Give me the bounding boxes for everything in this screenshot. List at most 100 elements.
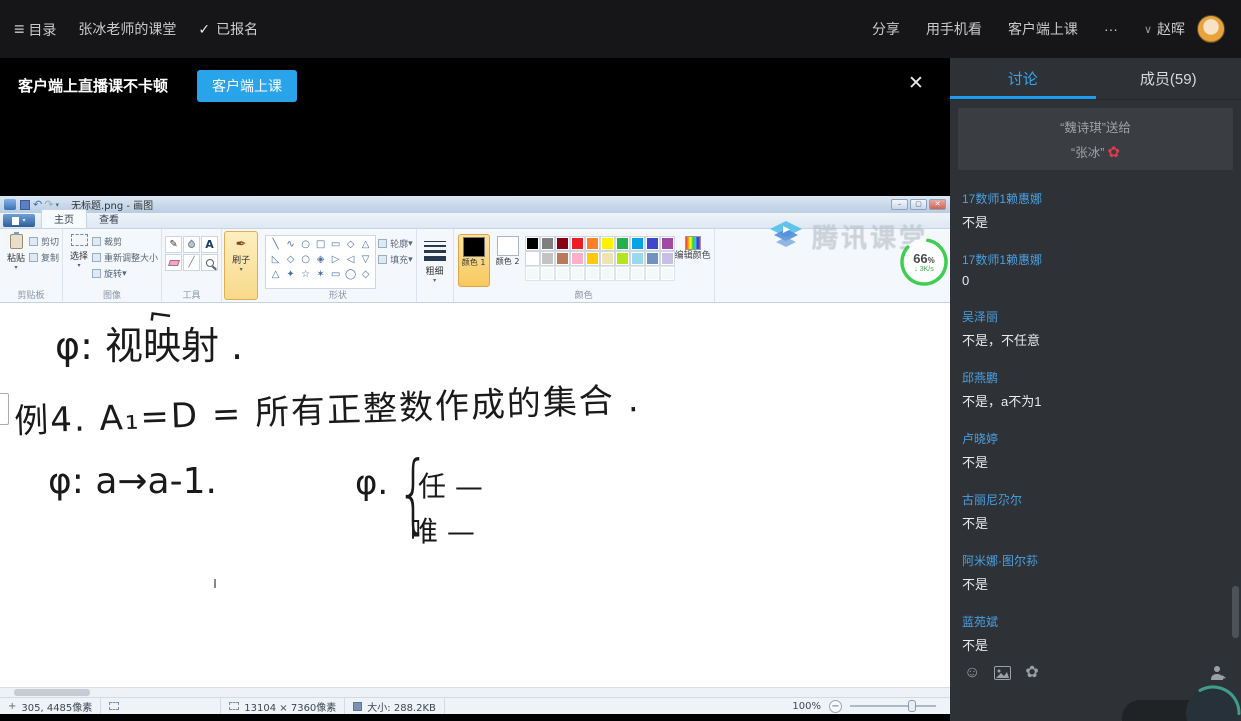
palette-swatch[interactable] [584,266,600,281]
palette-swatch[interactable] [629,266,645,281]
shape-tool[interactable]: △ [358,237,373,252]
shape-tool[interactable]: ◇ [358,267,373,282]
palette-swatch[interactable] [659,251,675,266]
shape-tool[interactable]: ☆ [298,267,313,282]
shape-tool[interactable]: ▽ [358,252,373,267]
scrollbar-thumb[interactable] [14,689,90,696]
tab-discussion[interactable]: 讨论 [950,58,1096,99]
shape-tool[interactable]: ╲ [268,237,283,252]
shape-tool[interactable]: △ [268,267,283,282]
select-button[interactable]: 选择 ▾ [66,232,92,289]
palette-swatch[interactable] [554,266,570,281]
avatar[interactable] [1197,15,1225,43]
tab-view[interactable]: 查看 [87,210,131,228]
shape-tool[interactable]: ◯ [343,267,358,282]
maximize-button[interactable]: ▢ [910,199,927,210]
rotate-button[interactable]: 旋转 ▾ [92,267,158,280]
text-tool[interactable]: A [201,236,219,253]
fill-tool[interactable] [183,236,201,253]
shape-tool[interactable]: ◇ [343,237,358,252]
edit-colors-button[interactable]: 编辑颜色 [675,232,711,289]
palette-swatch[interactable] [539,236,555,251]
message-author[interactable]: 邱燕鹏 [962,369,1217,386]
client-class-banner-button[interactable]: 客户端上课 [197,70,297,102]
cut-button[interactable]: 剪切 [29,235,59,248]
palette-swatch[interactable] [569,266,585,281]
pencil-tool[interactable]: ✎ [165,236,183,253]
emoji-icon[interactable]: ☺ [964,665,980,681]
brushes-button[interactable]: ✒ 刷子 ▾ [224,231,259,300]
gift-flower-icon[interactable]: ✿ [1025,665,1038,681]
crop-button[interactable]: 裁剪 [92,235,158,248]
palette-swatch[interactable] [629,236,645,251]
palette-swatch[interactable] [524,266,540,281]
fill-button[interactable]: 填充 ▾ [378,253,413,266]
palette-swatch[interactable] [644,266,660,281]
copy-button[interactable]: 复制 [29,251,59,264]
palette-swatch[interactable] [659,236,675,251]
palette-swatch[interactable] [554,251,570,266]
size-button[interactable]: 粗细 ▾ [420,232,450,289]
color2-button[interactable]: 颜色 2 [492,234,524,287]
minimize-button[interactable]: – [891,199,908,210]
outline-button[interactable]: 轮廓 ▾ [378,237,413,250]
shape-tool[interactable]: ◁ [343,252,358,267]
zoom-slider-thumb[interactable] [908,700,916,712]
message-author[interactable]: 蓝苑斌 [962,613,1217,630]
share-button[interactable]: 分享 [872,19,900,39]
save-icon[interactable] [20,199,30,210]
shape-tool[interactable]: ◺ [268,252,283,267]
message-author[interactable]: 17数师1赖惠娜 [962,251,1217,268]
resize-button[interactable]: 重新调整大小 [92,251,158,264]
paste-button[interactable]: 粘贴 ▾ [3,232,29,289]
palette-swatch[interactable] [554,236,570,251]
message-author[interactable]: 古丽尼尕尔 [962,491,1217,508]
message-author[interactable]: 卢晓婷 [962,430,1217,447]
palette-swatch[interactable] [584,236,600,251]
palette-swatch[interactable] [644,236,660,251]
tab-home[interactable]: 主页 [41,209,87,228]
palette-swatch[interactable] [584,251,600,266]
more-menu-button[interactable]: ··· [1104,21,1118,37]
floating-speaker-bubble[interactable] [1184,684,1241,721]
palette-swatch[interactable] [614,266,630,281]
message-author[interactable]: 阿米娜·图尔荪 [962,552,1217,569]
horizontal-scrollbar[interactable] [0,687,950,697]
watch-on-phone-button[interactable]: 用手机看 [926,19,982,39]
zoom-slider[interactable] [850,700,936,712]
shape-tool[interactable]: ▭ [328,267,343,282]
shape-tool[interactable]: ◈ [313,252,328,267]
shape-tool[interactable]: ✦ [283,267,298,282]
tab-members[interactable]: 成员(59) [1096,58,1241,99]
palette-swatch[interactable] [599,251,615,266]
palette-swatch[interactable] [569,251,585,266]
shape-tool[interactable]: □ [313,237,328,252]
shape-tool[interactable]: ○ [298,252,313,267]
palette-swatch[interactable] [614,251,630,266]
catalog-menu-button[interactable]: ≡ 目录 [14,19,56,40]
paint-canvas[interactable]: ⌐ φ: 视映射 . 例4. A₁=D = 所有正整数作成的集合 . φ: a→… [0,303,950,687]
zoom-out-button[interactable]: − [829,699,842,713]
palette-swatch[interactable] [524,251,540,266]
palette-swatch[interactable] [629,251,645,266]
chat-scrollbar-thumb[interactable] [1232,586,1239,638]
quick-access-dropdown-icon[interactable]: ▾ [55,201,59,209]
palette-swatch[interactable] [599,236,615,251]
image-icon[interactable] [994,666,1012,680]
client-class-button[interactable]: 客户端上课 [1008,19,1078,39]
color-picker-tool[interactable]: ╱ [183,254,201,271]
close-window-button[interactable]: ✕ [929,199,946,210]
palette-swatch[interactable] [614,236,630,251]
shape-tool[interactable]: ▷ [328,252,343,267]
palette-swatch[interactable] [524,236,540,251]
shape-tool[interactable]: ✶ [313,267,328,282]
palette-swatch[interactable] [644,251,660,266]
magnifier-tool[interactable] [201,254,219,271]
palette-swatch[interactable] [659,266,675,281]
message-author[interactable]: 17数师1赖惠娜 [962,190,1217,207]
color1-button[interactable]: 颜色 1 [457,234,490,287]
shape-tool[interactable]: ∿ [283,237,298,252]
shape-tool[interactable]: ◇ [283,252,298,267]
shape-tool[interactable]: ▭ [328,237,343,252]
palette-swatch[interactable] [539,251,555,266]
